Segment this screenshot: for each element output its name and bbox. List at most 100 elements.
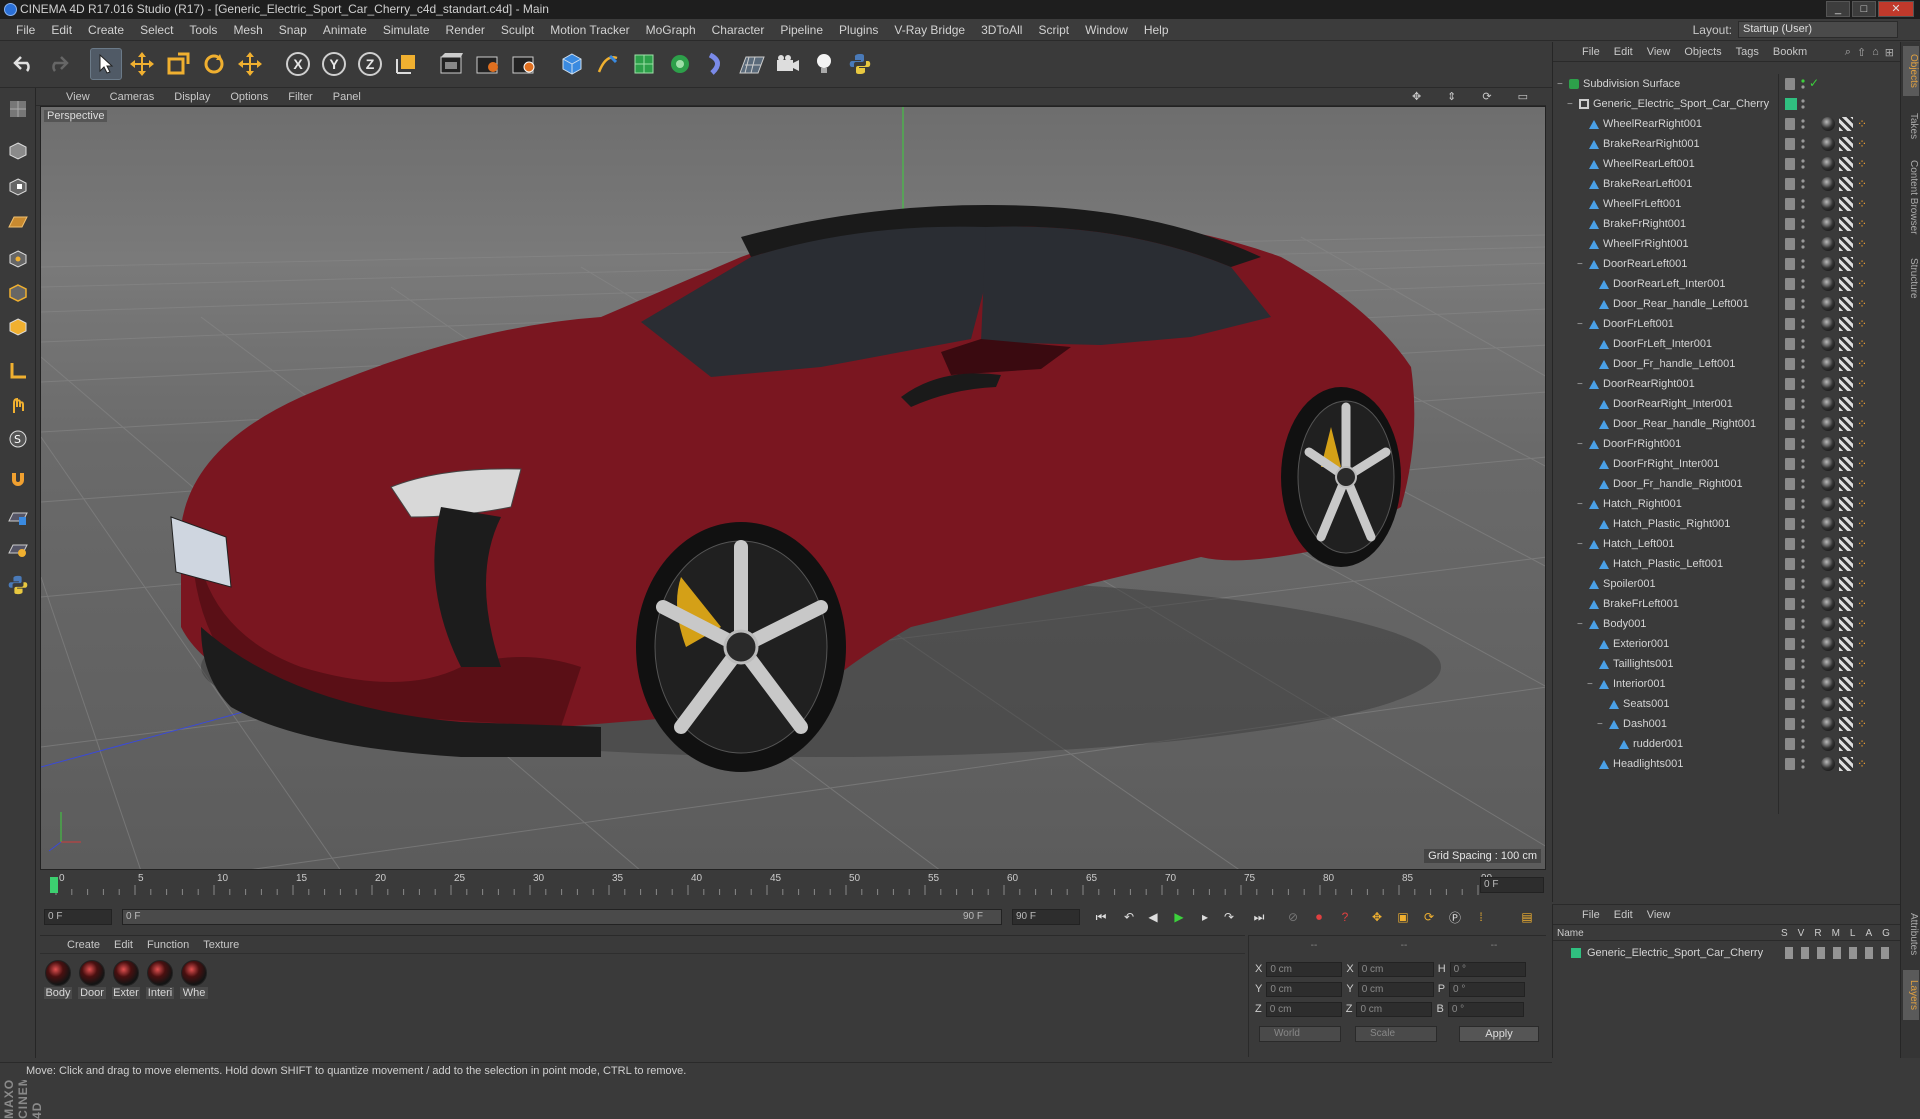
material-tag-icon[interactable] (1821, 437, 1835, 451)
object-row[interactable]: DoorFrLeft_Inter001 ⁘ (1553, 334, 1901, 354)
object-menu-objects[interactable]: Objects (1677, 46, 1728, 58)
layer-color-icon[interactable] (1785, 158, 1795, 170)
max-frame-field[interactable]: 90 F (1012, 909, 1080, 925)
uvw-tag-icon[interactable] (1839, 437, 1853, 451)
material-tag-icon[interactable] (1821, 697, 1835, 711)
layer-color-icon[interactable] (1785, 538, 1795, 550)
visibility-dots-icon[interactable] (1801, 198, 1805, 210)
layer-color-icon[interactable] (1785, 698, 1795, 710)
collapse-toggle-icon[interactable]: − (1597, 719, 1607, 730)
visibility-dots-icon[interactable] (1801, 178, 1805, 190)
size-field[interactable]: 0 cm (1357, 981, 1434, 997)
object-row[interactable]: BrakeRearLeft001 ⁘ (1553, 174, 1901, 194)
object-row[interactable]: rudder001 ⁘ (1553, 734, 1901, 754)
texture-mode-icon[interactable] (3, 172, 33, 202)
visibility-dots-icon[interactable] (1801, 598, 1805, 610)
object-row[interactable]: − Subdivision Surface ✓ (1553, 74, 1901, 94)
phong-tag-icon[interactable]: ⁘ (1857, 217, 1867, 231)
phong-tag-icon[interactable]: ⁘ (1857, 557, 1867, 571)
object-row[interactable]: Door_Rear_handle_Left001 ⁘ (1553, 294, 1901, 314)
next-frame-icon[interactable]: ▸ (1194, 907, 1216, 927)
menu-simulate[interactable]: Simulate (375, 23, 438, 37)
previous-keyframe-icon[interactable]: ↶ (1118, 907, 1140, 927)
snap-icon[interactable]: S (3, 424, 33, 454)
object-row[interactable]: DoorRearRight_Inter001 ⁘ (1553, 394, 1901, 414)
object-menu-tags[interactable]: Tags (1729, 46, 1766, 58)
tab-content-browser[interactable]: Content Browser (1903, 152, 1919, 242)
object-row[interactable]: − Dash001 ⁘ (1553, 714, 1901, 734)
camera-icon[interactable] (772, 48, 804, 80)
menu-select[interactable]: Select (132, 23, 181, 37)
phong-tag-icon[interactable]: ⁘ (1857, 417, 1867, 431)
material-menu-texture[interactable]: Texture (196, 939, 246, 951)
layer-color-icon[interactable] (1785, 178, 1795, 190)
timeline-ruler[interactable]: 051015202530354045505560657075808590 0 F (40, 873, 1546, 897)
phong-tag-icon[interactable]: ⁘ (1857, 457, 1867, 471)
coordinate-space-dropdown[interactable]: World (1259, 1026, 1341, 1042)
visibility-dots-icon[interactable] (1801, 678, 1805, 690)
subdivision-surface-icon[interactable] (628, 48, 660, 80)
uvw-tag-icon[interactable] (1839, 377, 1853, 391)
planar-workplane-icon[interactable] (3, 534, 33, 564)
render-settings-icon[interactable] (508, 48, 540, 80)
next-keyframe-icon[interactable]: ↷ (1218, 907, 1240, 927)
phong-tag-icon[interactable]: ⁘ (1857, 197, 1867, 211)
visibility-dots-icon[interactable] (1801, 338, 1805, 350)
scale-tool-icon[interactable] (162, 48, 194, 80)
key-rotation-icon[interactable]: ⟳ (1418, 907, 1440, 927)
position-field[interactable]: 0 cm (1266, 961, 1343, 977)
phong-tag-icon[interactable]: ⁘ (1857, 137, 1867, 151)
home-icon[interactable]: ⌂ (1872, 46, 1879, 59)
object-menu-file[interactable]: File (1575, 46, 1607, 58)
visibility-dots-icon[interactable] (1801, 258, 1805, 270)
collapse-toggle-icon[interactable]: − (1577, 259, 1587, 270)
uvw-tag-icon[interactable] (1839, 417, 1853, 431)
visibility-dots-icon[interactable] (1801, 718, 1805, 730)
layer-menu-file[interactable]: File (1575, 909, 1607, 921)
new-window-icon[interactable]: ⊞ (1885, 46, 1894, 59)
material-tag-icon[interactable] (1821, 177, 1835, 191)
uvw-tag-icon[interactable] (1839, 537, 1853, 551)
visibility-dots-icon[interactable] (1801, 318, 1805, 330)
material-tag-icon[interactable] (1821, 657, 1835, 671)
material-swatch[interactable]: Body (44, 960, 72, 999)
menu-snap[interactable]: Snap (271, 23, 315, 37)
polygons-mode-icon[interactable] (3, 312, 33, 342)
frame-range-slider[interactable]: 0 F 90 F (122, 909, 1002, 925)
material-swatch[interactable]: Door (78, 960, 106, 999)
layer-flags-icon[interactable] (1785, 947, 1895, 959)
uvw-tag-icon[interactable] (1839, 677, 1853, 691)
material-tag-icon[interactable] (1821, 757, 1835, 771)
uvw-tag-icon[interactable] (1839, 397, 1853, 411)
menu-file[interactable]: File (8, 23, 43, 37)
material-tag-icon[interactable] (1821, 677, 1835, 691)
material-tag-icon[interactable] (1821, 617, 1835, 631)
visibility-dots-icon[interactable] (1801, 158, 1805, 170)
minimize-button[interactable]: _ (1826, 1, 1850, 17)
visibility-dots-icon[interactable] (1801, 578, 1805, 590)
uvw-tag-icon[interactable] (1839, 357, 1853, 371)
phong-tag-icon[interactable]: ⁘ (1857, 597, 1867, 611)
layer-color-icon[interactable] (1785, 258, 1795, 270)
layer-color-swatch[interactable] (1571, 948, 1581, 958)
layer-color-icon[interactable] (1785, 298, 1795, 310)
uvw-tag-icon[interactable] (1839, 637, 1853, 651)
uvw-tag-icon[interactable] (1839, 157, 1853, 171)
object-row[interactable]: WheelRearLeft001 ⁘ (1553, 154, 1901, 174)
material-tag-icon[interactable] (1821, 357, 1835, 371)
phong-tag-icon[interactable]: ⁘ (1857, 237, 1867, 251)
magnet-icon[interactable] (3, 464, 33, 494)
material-tag-icon[interactable] (1821, 297, 1835, 311)
uvw-tag-icon[interactable] (1839, 657, 1853, 671)
menu-window[interactable]: Window (1077, 23, 1136, 37)
coordinate-system-icon[interactable] (390, 48, 422, 80)
phong-tag-icon[interactable]: ⁘ (1857, 637, 1867, 651)
phong-tag-icon[interactable]: ⁘ (1857, 377, 1867, 391)
go-to-start-icon[interactable]: ⏮ (1090, 907, 1112, 927)
menu-sculpt[interactable]: Sculpt (493, 23, 542, 37)
visibility-dots-icon[interactable] (1801, 558, 1805, 570)
material-tag-icon[interactable] (1821, 457, 1835, 471)
previous-frame-icon[interactable]: ◀ (1142, 907, 1164, 927)
layer-color-icon[interactable] (1785, 278, 1795, 290)
material-tag-icon[interactable] (1821, 337, 1835, 351)
